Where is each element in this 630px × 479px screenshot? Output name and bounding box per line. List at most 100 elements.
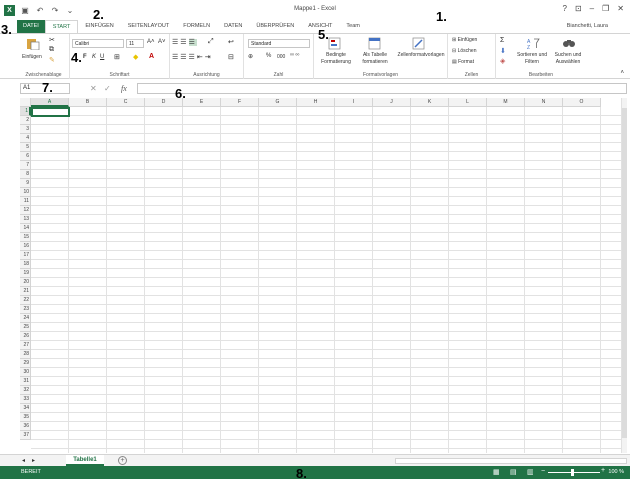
- font-size-select[interactable]: 11: [126, 39, 144, 48]
- tab-start[interactable]: START: [44, 20, 79, 33]
- row-header[interactable]: 20: [20, 278, 31, 287]
- currency-icon[interactable]: ⊕: [248, 53, 253, 60]
- insert-cells-button[interactable]: ⊞ Einfügen: [452, 37, 477, 43]
- row-header[interactable]: 19: [20, 269, 31, 278]
- orientation-icon[interactable]: ⤢: [208, 38, 214, 46]
- cancel-icon[interactable]: ✕: [90, 84, 97, 93]
- column-header[interactable]: L: [449, 98, 487, 107]
- row-header[interactable]: 34: [20, 404, 31, 413]
- next-sheet-icon[interactable]: ▸: [32, 457, 35, 464]
- ribbon-display-icon[interactable]: ⊡: [575, 4, 582, 13]
- row-header[interactable]: 5: [20, 143, 31, 152]
- add-sheet-icon[interactable]: +: [118, 456, 127, 465]
- row-header[interactable]: 7: [20, 161, 31, 170]
- row-header[interactable]: 27: [20, 341, 31, 350]
- font-name-select[interactable]: Calibri: [72, 39, 124, 48]
- row-header[interactable]: 9: [20, 179, 31, 188]
- row-header[interactable]: 25: [20, 323, 31, 332]
- row-header[interactable]: 29: [20, 359, 31, 368]
- horizontal-scrollbar[interactable]: [395, 458, 627, 464]
- vertical-scroll-thumb[interactable]: [622, 108, 627, 438]
- wrap-text-icon[interactable]: ↩: [228, 38, 234, 46]
- row-header[interactable]: 13: [20, 215, 31, 224]
- zoom-level[interactable]: 100 %: [608, 469, 624, 475]
- format-cells-button[interactable]: ▤ Format: [452, 59, 474, 65]
- row-header[interactable]: 23: [20, 305, 31, 314]
- tab-page-layout[interactable]: SEITENLAYOUT: [121, 20, 176, 33]
- row-header[interactable]: 2: [20, 116, 31, 125]
- row-header[interactable]: 30: [20, 368, 31, 377]
- user-name[interactable]: Bianchetti, Laura: [567, 23, 608, 29]
- underline-button[interactable]: U: [100, 54, 104, 60]
- sheet-tab-tabelle1[interactable]: Tabelle1: [66, 455, 104, 466]
- number-format-select[interactable]: Standard: [248, 39, 310, 48]
- percent-icon[interactable]: %: [266, 53, 271, 59]
- restore-button[interactable]: ❐: [602, 4, 609, 13]
- page-break-view-icon[interactable]: ▥: [527, 468, 534, 476]
- column-header[interactable]: I: [335, 98, 373, 107]
- help-icon[interactable]: ?: [563, 4, 567, 13]
- row-header[interactable]: 14: [20, 224, 31, 233]
- font-color-icon[interactable]: A: [149, 53, 154, 60]
- row-header[interactable]: 26: [20, 332, 31, 341]
- fill-color-icon[interactable]: ◆: [133, 53, 138, 61]
- column-header[interactable]: B: [69, 98, 107, 107]
- column-header[interactable]: H: [297, 98, 335, 107]
- row-header[interactable]: 24: [20, 314, 31, 323]
- row-header[interactable]: 17: [20, 251, 31, 260]
- paste-icon[interactable]: [26, 37, 40, 50]
- row-header[interactable]: 6: [20, 152, 31, 161]
- insert-function-icon[interactable]: fx: [121, 84, 127, 93]
- vertical-align-icons[interactable]: ☰☰☰: [172, 38, 197, 46]
- row-header[interactable]: 4: [20, 134, 31, 143]
- row-header[interactable]: 36: [20, 422, 31, 431]
- format-as-table-icon[interactable]: [368, 37, 382, 50]
- find-select-icon[interactable]: [562, 37, 576, 50]
- column-header[interactable]: G: [259, 98, 297, 107]
- column-header[interactable]: K: [411, 98, 449, 107]
- horizontal-align-icons[interactable]: ☰☰☰⇤⇥: [172, 53, 213, 61]
- row-header[interactable]: 16: [20, 242, 31, 251]
- delete-cells-button[interactable]: ⊟ Löschen: [452, 48, 477, 54]
- column-header[interactable]: M: [487, 98, 525, 107]
- column-header[interactable]: O: [563, 98, 601, 107]
- find-select-button[interactable]: Suchen und Auswählen: [550, 52, 586, 66]
- column-header[interactable]: E: [183, 98, 221, 107]
- row-header[interactable]: 32: [20, 386, 31, 395]
- row-header[interactable]: 15: [20, 233, 31, 242]
- tab-data[interactable]: DATEN: [217, 20, 249, 33]
- column-header[interactable]: A: [31, 98, 69, 107]
- cell-styles-icon[interactable]: [412, 37, 426, 50]
- row-header[interactable]: 8: [20, 170, 31, 179]
- border-icon[interactable]: ⊞: [114, 53, 120, 61]
- tab-file[interactable]: DATEI: [17, 20, 45, 33]
- row-header[interactable]: 37: [20, 431, 31, 440]
- select-all-corner[interactable]: [20, 98, 31, 107]
- zoom-in-icon[interactable]: +: [601, 467, 605, 474]
- sort-filter-icon[interactable]: AZ: [526, 37, 540, 50]
- column-header[interactable]: F: [221, 98, 259, 107]
- row-header[interactable]: 10: [20, 188, 31, 197]
- zoom-out-icon[interactable]: −: [541, 468, 545, 475]
- shrink-font-icon[interactable]: A˅: [158, 39, 166, 45]
- thousands-icon[interactable]: 000: [277, 54, 285, 60]
- grow-font-icon[interactable]: A˄: [147, 39, 155, 45]
- copy-icon[interactable]: ⧉: [49, 46, 54, 54]
- row-header[interactable]: 18: [20, 260, 31, 269]
- tab-formulas[interactable]: FORMELN: [176, 20, 217, 33]
- cut-icon[interactable]: ✂: [49, 36, 55, 44]
- merge-center-icon[interactable]: ⊟: [228, 53, 234, 61]
- row-header[interactable]: 3: [20, 125, 31, 134]
- cell-styles-button[interactable]: Zellenformatvorlagen: [394, 52, 448, 59]
- collapse-ribbon-icon[interactable]: ˄: [620, 70, 624, 76]
- column-header[interactable]: J: [373, 98, 411, 107]
- column-header[interactable]: N: [525, 98, 563, 107]
- row-header[interactable]: 21: [20, 287, 31, 296]
- cell-area[interactable]: [31, 107, 627, 453]
- row-header[interactable]: 1: [20, 107, 31, 116]
- format-as-table-button[interactable]: Als Tabelle formatieren: [358, 52, 392, 66]
- conditional-formatting-button[interactable]: Bedingte Formatierung: [314, 52, 358, 66]
- tab-team[interactable]: Team: [339, 20, 366, 33]
- paste-button[interactable]: Einfügen: [22, 54, 42, 60]
- page-layout-view-icon[interactable]: ▤: [510, 468, 517, 476]
